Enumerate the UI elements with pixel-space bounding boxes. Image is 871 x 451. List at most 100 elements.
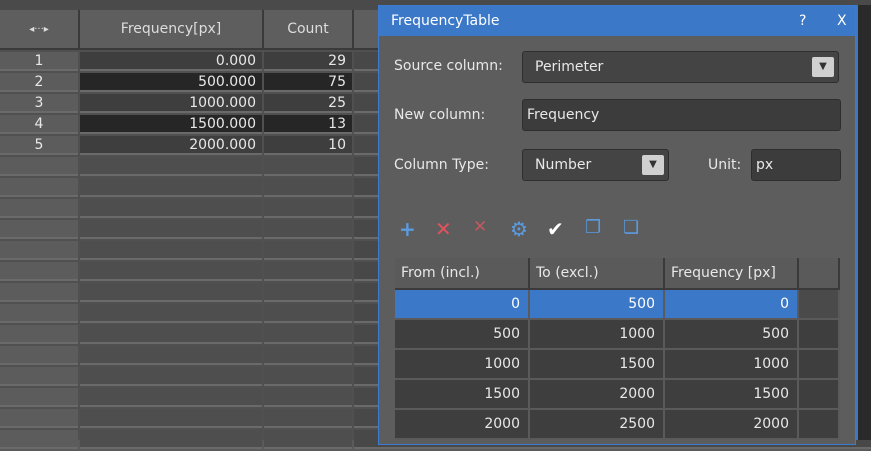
to-cell[interactable]: 1000 — [530, 320, 665, 350]
table-row[interactable]: 1000 1500 1000 — [395, 350, 840, 380]
count-cell[interactable]: 29 — [264, 52, 352, 71]
delete-all-icon[interactable]: ✕ — [473, 217, 487, 237]
frequency-cell[interactable]: 1000 — [665, 350, 799, 380]
empty-cell[interactable] — [80, 388, 262, 407]
empty-cell[interactable] — [264, 262, 352, 281]
empty-cell[interactable] — [264, 325, 352, 344]
new-column-value: Frequency — [527, 107, 600, 123]
new-column-label: New column: — [394, 107, 486, 123]
empty-cell[interactable] — [264, 367, 352, 386]
empty-cell[interactable] — [264, 220, 352, 239]
row-number[interactable] — [0, 388, 78, 407]
empty-cell[interactable] — [80, 325, 262, 344]
help-button[interactable]: ? — [799, 13, 806, 29]
table-row[interactable]: 0 500 0 — [395, 290, 840, 320]
empty-cell[interactable] — [80, 283, 262, 302]
row-number[interactable] — [0, 367, 78, 386]
frequency-cell[interactable]: 1500.000 — [80, 115, 262, 134]
new-column-input[interactable]: Frequency — [522, 99, 841, 131]
from-cell[interactable]: 1000 — [395, 350, 530, 380]
row-number[interactable] — [0, 178, 78, 197]
row-number[interactable] — [0, 262, 78, 281]
chevron-down-icon: ▼ — [812, 57, 834, 77]
column-header-frequency[interactable]: Frequency [px] — [665, 258, 799, 290]
row-number[interactable] — [0, 220, 78, 239]
empty-cell[interactable] — [264, 283, 352, 302]
to-cell[interactable]: 2500 — [530, 410, 665, 440]
table-row[interactable]: 1500 2000 1500 — [395, 380, 840, 410]
row-number[interactable]: 3 — [0, 94, 78, 113]
empty-cell[interactable] — [264, 409, 352, 428]
from-cell[interactable]: 1500 — [395, 380, 530, 410]
empty-cell[interactable] — [80, 346, 262, 365]
empty-cell[interactable] — [80, 304, 262, 323]
row-number[interactable] — [0, 325, 78, 344]
row-number[interactable]: 1 — [0, 52, 78, 71]
import-icon[interactable]: ❏ — [623, 217, 639, 238]
empty-cell[interactable] — [80, 199, 262, 218]
table-row[interactable]: 2000 2500 2000 — [395, 410, 840, 440]
column-header-from[interactable]: From (incl.) — [395, 258, 530, 290]
frequency-cell[interactable]: 1000.000 — [80, 94, 262, 113]
empty-cell[interactable] — [80, 262, 262, 281]
unit-label: Unit: — [708, 157, 742, 173]
gear-icon[interactable]: ⚙ — [510, 217, 528, 241]
column-type-label: Column Type: — [394, 157, 489, 173]
empty-cell[interactable] — [264, 199, 352, 218]
table-row[interactable]: 500 1000 500 — [395, 320, 840, 350]
row-number[interactable] — [0, 409, 78, 428]
empty-cell[interactable] — [80, 157, 262, 176]
checkmark-icon[interactable]: ✔ — [547, 217, 564, 241]
empty-cell[interactable] — [264, 388, 352, 407]
column-header-count[interactable]: Count — [264, 10, 354, 50]
count-cell[interactable]: 25 — [264, 94, 352, 113]
source-column-dropdown[interactable]: Perimeter ▼ — [522, 51, 839, 83]
empty-cell[interactable] — [264, 346, 352, 365]
column-type-dropdown[interactable]: Number ▼ — [522, 149, 669, 181]
unit-input[interactable]: px — [751, 149, 841, 181]
close-button[interactable]: X — [837, 13, 847, 29]
row-number[interactable] — [0, 157, 78, 176]
row-number[interactable] — [0, 241, 78, 260]
unit-value: px — [756, 157, 774, 173]
empty-cell[interactable] — [264, 178, 352, 197]
row-number[interactable]: 4 — [0, 115, 78, 134]
from-cell[interactable]: 500 — [395, 320, 530, 350]
from-cell[interactable]: 0 — [395, 290, 530, 320]
row-number[interactable] — [0, 304, 78, 323]
frequency-cell[interactable]: 1500 — [665, 380, 799, 410]
empty-cell[interactable] — [80, 220, 262, 239]
from-cell[interactable]: 2000 — [395, 410, 530, 440]
count-cell[interactable]: 10 — [264, 136, 352, 155]
frequency-cell[interactable]: 2000 — [665, 410, 799, 440]
column-header-frequency[interactable]: Frequency[px] — [80, 10, 264, 50]
frequency-cell[interactable]: 500.000 — [80, 73, 262, 92]
frequency-cell[interactable]: 500 — [665, 320, 799, 350]
frequency-cell[interactable]: 0.000 — [80, 52, 262, 71]
empty-cell[interactable] — [264, 241, 352, 260]
to-cell[interactable]: 1500 — [530, 350, 665, 380]
column-header-to[interactable]: To (excl.) — [530, 258, 665, 290]
empty-cell[interactable] — [80, 241, 262, 260]
delete-icon[interactable]: ✕ — [435, 217, 452, 241]
row-number[interactable] — [0, 346, 78, 365]
empty-cell[interactable] — [264, 304, 352, 323]
frequency-cell[interactable]: 2000.000 — [80, 136, 262, 155]
row-number[interactable] — [0, 283, 78, 302]
row-number[interactable] — [0, 199, 78, 218]
empty-cell[interactable] — [80, 409, 262, 428]
add-icon[interactable]: + — [399, 217, 416, 241]
row-number[interactable]: 2 — [0, 73, 78, 92]
frequency-cell[interactable]: 0 — [665, 290, 799, 320]
to-cell[interactable]: 500 — [530, 290, 665, 320]
empty-cell — [799, 320, 840, 350]
empty-cell[interactable] — [80, 367, 262, 386]
count-cell[interactable]: 13 — [264, 115, 352, 134]
empty-cell[interactable] — [264, 157, 352, 176]
to-cell[interactable]: 2000 — [530, 380, 665, 410]
export-icon[interactable]: ❐ — [585, 217, 601, 238]
row-header-corner[interactable]: ◂···▸ — [0, 10, 80, 50]
row-number[interactable]: 5 — [0, 136, 78, 155]
empty-cell[interactable] — [80, 178, 262, 197]
count-cell[interactable]: 75 — [264, 73, 352, 92]
